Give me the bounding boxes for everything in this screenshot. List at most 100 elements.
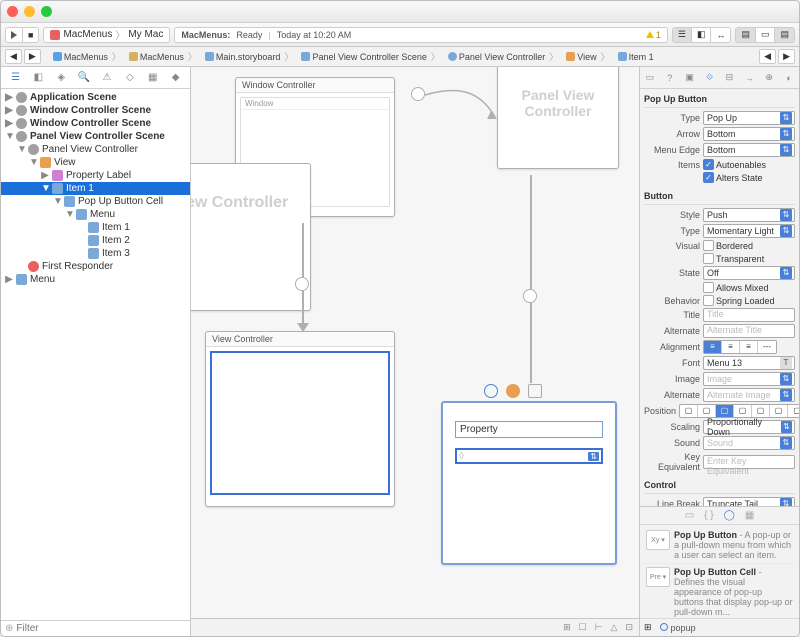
menu-edge-popup[interactable]: Bottom⇅: [703, 143, 795, 157]
editor-mode-segmented[interactable]: ☰ ◧ ↔: [672, 27, 732, 43]
effects-inspector-tab[interactable]: ◐: [782, 71, 796, 85]
disclosure-triangle[interactable]: ▼: [65, 209, 73, 220]
minimize-window-button[interactable]: [24, 6, 35, 17]
font-field[interactable]: Menu 13T: [703, 356, 795, 370]
arrow-popup[interactable]: Bottom⇅: [703, 127, 795, 141]
panel-view-controller-object[interactable]: Panel View Controller: [497, 67, 619, 169]
size-inspector-tab[interactable]: ⊟: [722, 71, 736, 85]
outline-row[interactable]: ▶Window Controller Scene: [1, 104, 190, 117]
outline-row[interactable]: ▼Panel View Controller Scene: [1, 130, 190, 143]
navigator-tabs[interactable]: ☰ ◧ ◈ 🔍 ⚠ ◇ ▦ ◆: [1, 67, 190, 89]
sound-popup[interactable]: Sound⇅: [703, 436, 795, 450]
segue-connector[interactable]: [295, 277, 309, 291]
stop-button[interactable]: ■: [23, 28, 38, 42]
outline-row[interactable]: ▼Item 1: [1, 182, 190, 195]
scheme-selector[interactable]: MacMenus 〉 My Mac: [43, 27, 170, 43]
help-inspector-tab[interactable]: ?: [663, 71, 677, 85]
panel-toggles[interactable]: ▤ ▭ ▤: [735, 27, 795, 43]
standard-editor-button[interactable]: ☰: [673, 28, 692, 42]
disclosure-triangle[interactable]: ▼: [29, 157, 37, 168]
related-forward-button[interactable]: ▶: [778, 49, 795, 64]
disclosure-triangle[interactable]: ▶: [5, 274, 13, 285]
assistant-editor-button[interactable]: ◧: [692, 28, 712, 42]
disclosure-triangle[interactable]: ▶: [5, 92, 13, 103]
identity-inspector-tab[interactable]: ▣: [683, 71, 697, 85]
grid-toggle-icon[interactable]: ⊞: [644, 622, 652, 633]
forward-button[interactable]: ▶: [24, 49, 41, 64]
dock-controller-icon[interactable]: [484, 384, 498, 398]
file-inspector-tab[interactable]: ▭: [643, 71, 657, 85]
resolve-icon[interactable]: △: [611, 622, 618, 633]
dock-exit-icon[interactable]: [528, 384, 542, 398]
outline-row[interactable]: ▶Window Controller Scene: [1, 117, 190, 130]
library-list[interactable]: Xy ▾Pop Up Button - A pop-up or a pull-d…: [640, 525, 799, 618]
outline-row[interactable]: ▶Menu: [1, 273, 190, 286]
inspector-tabs[interactable]: ▭ ? ▣ ⟐ ⊟ → ⊕ ◐: [640, 67, 799, 89]
source-control-tab[interactable]: ◧: [31, 71, 45, 85]
library-tabs[interactable]: ▭ { } ◯ ▦: [640, 507, 799, 525]
activity-viewer[interactable]: MacMenus: Ready | Today at 10:20 AM 1: [174, 27, 668, 43]
pin-icon[interactable]: ⊢: [595, 622, 603, 633]
transparent-checkbox[interactable]: [703, 253, 714, 264]
issue-tab[interactable]: ⚠: [100, 71, 114, 85]
run-button[interactable]: [6, 28, 23, 42]
storyboard-canvas[interactable]: Window Controller Window ew Controller P…: [191, 67, 639, 636]
outline-row[interactable]: ▼Menu: [1, 208, 190, 221]
toggle-debug-button[interactable]: ▭: [756, 28, 776, 42]
disclosure-triangle[interactable]: ▼: [5, 131, 13, 142]
back-button[interactable]: ◀: [5, 49, 22, 64]
position-segmented[interactable]: ▢▢▢▢▢▢▢: [679, 404, 799, 418]
breadcrumb[interactable]: MacMenus MacMenus Main.storyboard Panel …: [45, 50, 662, 63]
zoom-window-button[interactable]: [41, 6, 52, 17]
library-filter-field[interactable]: popup: [656, 622, 795, 634]
panel-content-view[interactable]: Property ◊ ⇅: [441, 401, 617, 565]
library-item[interactable]: Pre ▾Pop Up Button Cell - Defines the vi…: [644, 564, 795, 618]
align-icon[interactable]: ☐: [579, 622, 587, 633]
outline-row[interactable]: Item 1: [1, 221, 190, 234]
segue-connector[interactable]: [411, 87, 425, 101]
version-editor-button[interactable]: ↔: [711, 28, 730, 42]
warnings-indicator[interactable]: 1: [646, 30, 661, 40]
disclosure-triangle[interactable]: ▶: [41, 170, 49, 181]
toggle-navigator-button[interactable]: ▤: [736, 28, 756, 42]
property-label[interactable]: Property: [455, 421, 603, 438]
scene-dock[interactable]: [484, 384, 542, 398]
view-controller-object[interactable]: View Controller: [205, 331, 395, 507]
close-window-button[interactable]: [7, 6, 18, 17]
autoenables-checkbox[interactable]: [703, 159, 714, 170]
code-snippet-tab[interactable]: { }: [704, 510, 713, 521]
line-break-popup[interactable]: Truncate Tail⇅: [703, 497, 795, 506]
document-outline[interactable]: ▶Application Scene▶Window Controller Sce…: [1, 89, 190, 620]
outline-row[interactable]: Item 3: [1, 247, 190, 260]
bindings-inspector-tab[interactable]: ⊕: [762, 71, 776, 85]
embed-icon[interactable]: ⊡: [625, 622, 633, 633]
selected-view[interactable]: [210, 351, 390, 495]
connections-inspector-tab[interactable]: →: [742, 71, 756, 85]
project-navigator-tab[interactable]: ☰: [8, 71, 22, 85]
alternate-title-field[interactable]: Alternate Title: [703, 324, 795, 338]
file-template-tab[interactable]: ▭: [685, 510, 694, 521]
alignment-segmented[interactable]: ≡≡≡---: [703, 340, 777, 354]
find-tab[interactable]: 🔍: [77, 71, 91, 85]
disclosure-triangle[interactable]: ▼: [53, 196, 61, 207]
button-type-popup[interactable]: Momentary Light⇅: [703, 224, 795, 238]
view-controller-clipped[interactable]: ew Controller: [191, 163, 311, 311]
outline-row[interactable]: Item 2: [1, 234, 190, 247]
disclosure-triangle[interactable]: ▶: [5, 105, 13, 116]
outline-row[interactable]: First Responder: [1, 260, 190, 273]
library-item[interactable]: Xy ▾Pop Up Button - A pop-up or a pull-d…: [644, 527, 795, 564]
debug-tab[interactable]: ▦: [146, 71, 160, 85]
breakpoint-tab[interactable]: ◆: [169, 71, 183, 85]
attributes-inspector-tab[interactable]: ⟐: [703, 71, 717, 85]
type-popup[interactable]: Pop Up⇅: [703, 111, 795, 125]
related-back-button[interactable]: ◀: [759, 49, 776, 64]
outline-row[interactable]: ▼View: [1, 156, 190, 169]
outline-row[interactable]: ▶Application Scene: [1, 91, 190, 104]
key-equiv-field[interactable]: Enter Key Equivalent: [703, 455, 795, 469]
title-field[interactable]: Title: [703, 308, 795, 322]
outline-row[interactable]: ▼Pop Up Button Cell: [1, 195, 190, 208]
state-popup[interactable]: Off⇅: [703, 266, 795, 280]
object-library-tab[interactable]: ◯: [724, 510, 735, 521]
alt-image-popup[interactable]: Alternate Image⇅: [703, 388, 795, 402]
disclosure-triangle[interactable]: ▼: [17, 144, 25, 155]
